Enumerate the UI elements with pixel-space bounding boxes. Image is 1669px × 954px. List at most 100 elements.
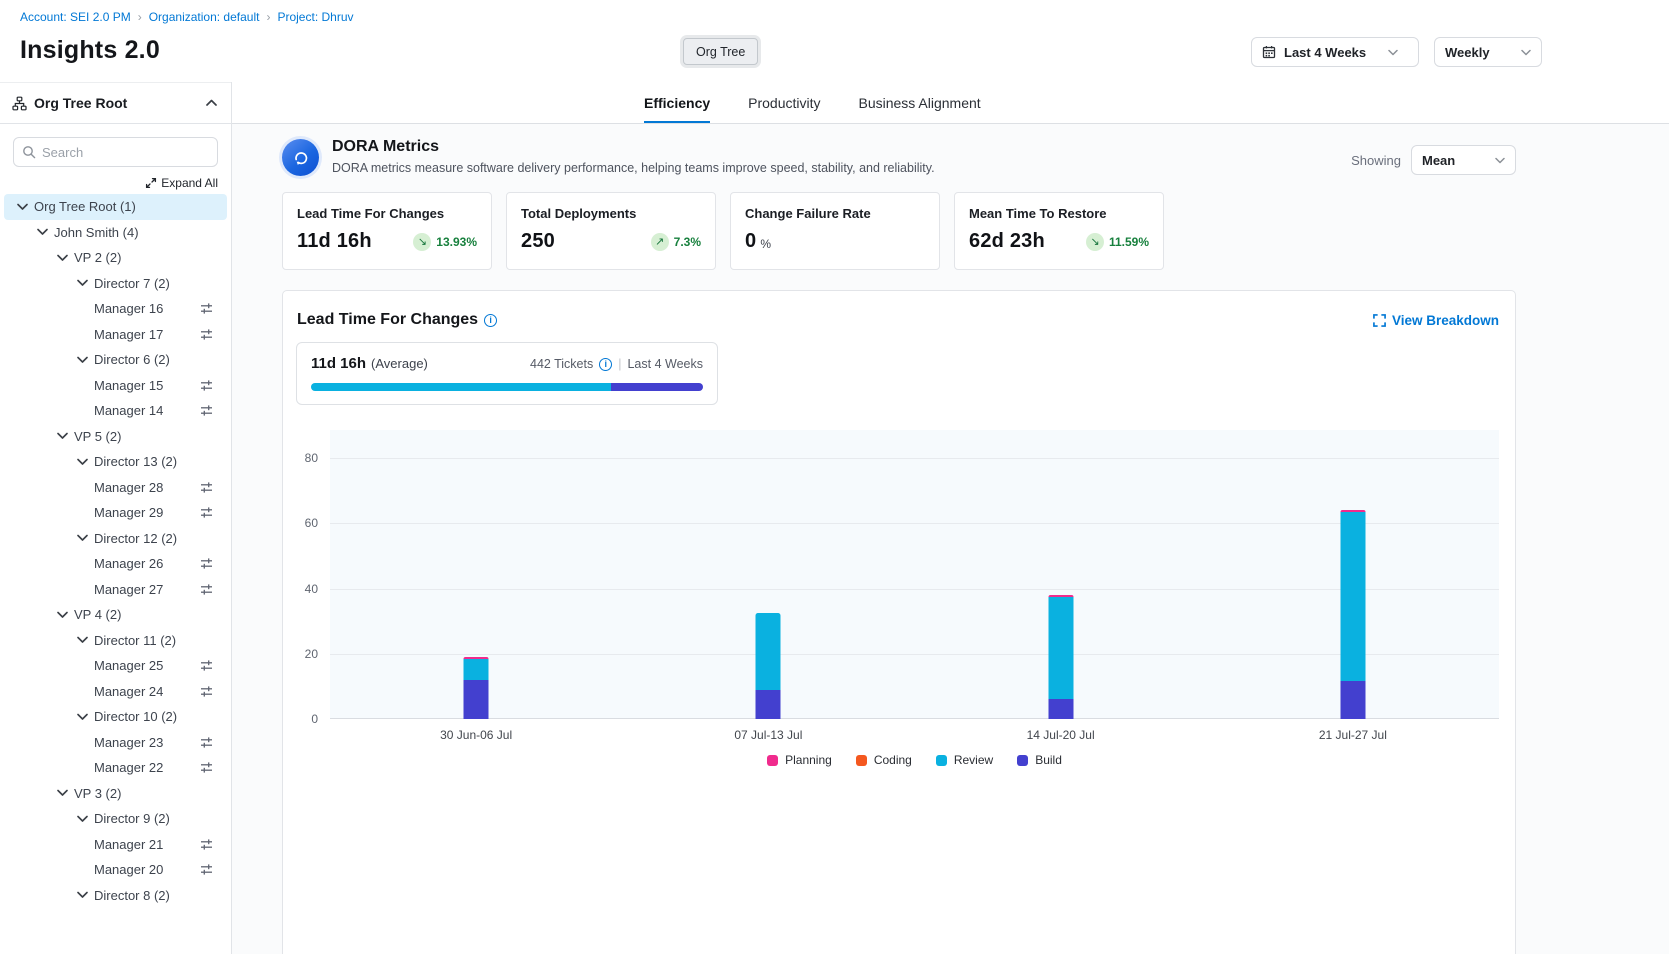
date-range-select[interactable]: Last 4 Weeks — [1251, 37, 1419, 67]
tab-efficiency[interactable]: Efficiency — [644, 82, 710, 123]
chevron-down-icon[interactable] — [14, 199, 30, 215]
breadcrumb-separator: › — [138, 10, 142, 24]
breadcrumb-link[interactable]: Project: Dhruv — [277, 10, 353, 24]
stacked-bar-14-jul-20-jul[interactable] — [1048, 595, 1073, 719]
y-axis-tick: 60 — [305, 516, 318, 530]
tree-item-director-7-2[interactable]: Director 7 (2) — [4, 271, 227, 297]
sliders-icon[interactable] — [200, 863, 213, 876]
stage-breakdown-bar — [311, 383, 703, 391]
sliders-icon[interactable] — [200, 302, 213, 315]
org-tree-button[interactable]: Org Tree — [683, 38, 758, 65]
lead-time-summary-card: 11d 16h (Average) 442 Tickets i | Last 4… — [296, 342, 718, 405]
stacked-bar-21-jul-27-jul[interactable] — [1340, 510, 1365, 719]
sliders-icon[interactable] — [200, 404, 213, 417]
chevron-down-icon[interactable] — [74, 454, 90, 470]
chevron-down-icon[interactable] — [74, 632, 90, 648]
chevron-down-icon[interactable] — [54, 607, 70, 623]
tree-item-manager-14[interactable]: Manager 14 — [4, 398, 227, 424]
chevron-down-icon[interactable] — [74, 275, 90, 291]
metric-title: Lead Time For Changes — [297, 206, 477, 221]
chevron-down-icon[interactable] — [74, 709, 90, 725]
breadcrumb: Account: SEI 2.0 PM › Organization: defaul… — [20, 10, 1542, 24]
tree-item-manager-28[interactable]: Manager 28 — [4, 475, 227, 501]
tree-item-director-11-2[interactable]: Director 11 (2) — [4, 628, 227, 654]
sliders-icon[interactable] — [200, 506, 213, 519]
chevron-down-icon[interactable] — [74, 887, 90, 903]
tree-item-manager-29[interactable]: Manager 29 — [4, 500, 227, 526]
trend-arrow-down-icon: ↘ — [1086, 233, 1104, 251]
tree-item-label: VP 5 (2) — [74, 429, 121, 444]
search-input[interactable] — [42, 145, 218, 160]
stacked-bar-07-jul-13-jul[interactable] — [756, 613, 781, 719]
tree-item-manager-25[interactable]: Manager 25 — [4, 653, 227, 679]
tree-item-manager-27[interactable]: Manager 27 — [4, 577, 227, 603]
tree-item-manager-20[interactable]: Manager 20 — [4, 857, 227, 883]
chevron-down-icon[interactable] — [74, 352, 90, 368]
chevron-down-icon[interactable] — [74, 530, 90, 546]
insights-tabbar: Efficiency Productivity Business Alignment — [232, 82, 1669, 124]
legend-item-review[interactable]: Review — [936, 753, 993, 767]
breadcrumb-link[interactable]: Account: SEI 2.0 PM — [20, 10, 131, 24]
bar-segment-build — [756, 690, 781, 719]
tree-item-director-6-2[interactable]: Director 6 (2) — [4, 347, 227, 373]
tree-item-manager-26[interactable]: Manager 26 — [4, 551, 227, 577]
legend-item-coding[interactable]: Coding — [856, 753, 912, 767]
metric-title: Total Deployments — [521, 206, 701, 221]
trend-badge: ↘13.93% — [413, 233, 477, 251]
tree-item-vp-2-2[interactable]: VP 2 (2) — [4, 245, 227, 271]
tree-item-manager-21[interactable]: Manager 21 — [4, 832, 227, 858]
chevron-down-icon[interactable] — [54, 250, 70, 266]
metric-card-total-deployments: Total Deployments250↗7.3% — [506, 192, 716, 270]
chevron-down-icon[interactable] — [74, 811, 90, 827]
chevron-down-icon — [1388, 49, 1398, 56]
tab-productivity[interactable]: Productivity — [748, 82, 820, 123]
tree-item-label: Director 8 (2) — [94, 888, 170, 903]
legend-item-planning[interactable]: Planning — [767, 753, 832, 767]
sliders-icon[interactable] — [200, 659, 213, 672]
tree-item-director-10-2[interactable]: Director 10 (2) — [4, 704, 227, 730]
info-icon[interactable]: i — [484, 314, 497, 327]
tree-item-org-tree-root-1[interactable]: Org Tree Root (1) — [4, 194, 227, 220]
tree-item-vp-3-2[interactable]: VP 3 (2) — [4, 781, 227, 807]
tree-item-manager-17[interactable]: Manager 17 — [4, 322, 227, 348]
tree-item-manager-15[interactable]: Manager 15 — [4, 373, 227, 399]
tree-item-manager-23[interactable]: Manager 23 — [4, 730, 227, 756]
tree-item-vp-4-2[interactable]: VP 4 (2) — [4, 602, 227, 628]
granularity-select[interactable]: Weekly — [1434, 37, 1542, 67]
tree-item-director-12-2[interactable]: Director 12 (2) — [4, 526, 227, 552]
chevron-down-icon[interactable] — [34, 224, 50, 240]
sidebar-collapse-button[interactable] — [204, 97, 219, 109]
org-tree-search[interactable] — [13, 137, 218, 167]
tree-item-manager-24[interactable]: Manager 24 — [4, 679, 227, 705]
sliders-icon[interactable] — [200, 557, 213, 570]
chevron-down-icon[interactable] — [54, 428, 70, 444]
tree-item-director-9-2[interactable]: Director 9 (2) — [4, 806, 227, 832]
tree-item-director-13-2[interactable]: Director 13 (2) — [4, 449, 227, 475]
chevron-down-icon[interactable] — [54, 785, 70, 801]
tab-business-alignment[interactable]: Business Alignment — [859, 82, 981, 123]
sliders-icon[interactable] — [200, 583, 213, 596]
trend-arrow-up-icon: ↗ — [651, 233, 669, 251]
expand-all-button[interactable]: Expand All — [145, 176, 218, 190]
tree-item-label: Manager 16 — [94, 301, 163, 316]
tree-item-label: Manager 27 — [94, 582, 163, 597]
tree-item-director-8-2[interactable]: Director 8 (2) — [4, 883, 227, 909]
lead-time-view-breakdown[interactable]: View Breakdown — [1373, 313, 1499, 328]
sliders-icon[interactable] — [200, 761, 213, 774]
legend-item-build[interactable]: Build — [1017, 753, 1062, 767]
breadcrumb-link[interactable]: Organization: default — [149, 10, 260, 24]
sliders-icon[interactable] — [200, 838, 213, 851]
stacked-bar-30-jun-06-jul[interactable] — [464, 657, 489, 719]
sliders-icon[interactable] — [200, 685, 213, 698]
tree-item-vp-5-2[interactable]: VP 5 (2) — [4, 424, 227, 450]
sliders-icon[interactable] — [200, 379, 213, 392]
tree-item-manager-16[interactable]: Manager 16 — [4, 296, 227, 322]
sliders-icon[interactable] — [200, 328, 213, 341]
tree-item-john-smith-4[interactable]: John Smith (4) — [4, 220, 227, 246]
sliders-icon[interactable] — [200, 481, 213, 494]
tree-item-manager-22[interactable]: Manager 22 — [4, 755, 227, 781]
info-icon[interactable]: i — [599, 358, 612, 371]
showing-select[interactable]: Mean — [1411, 145, 1516, 175]
org-tree-icon — [12, 96, 27, 111]
sliders-icon[interactable] — [200, 736, 213, 749]
